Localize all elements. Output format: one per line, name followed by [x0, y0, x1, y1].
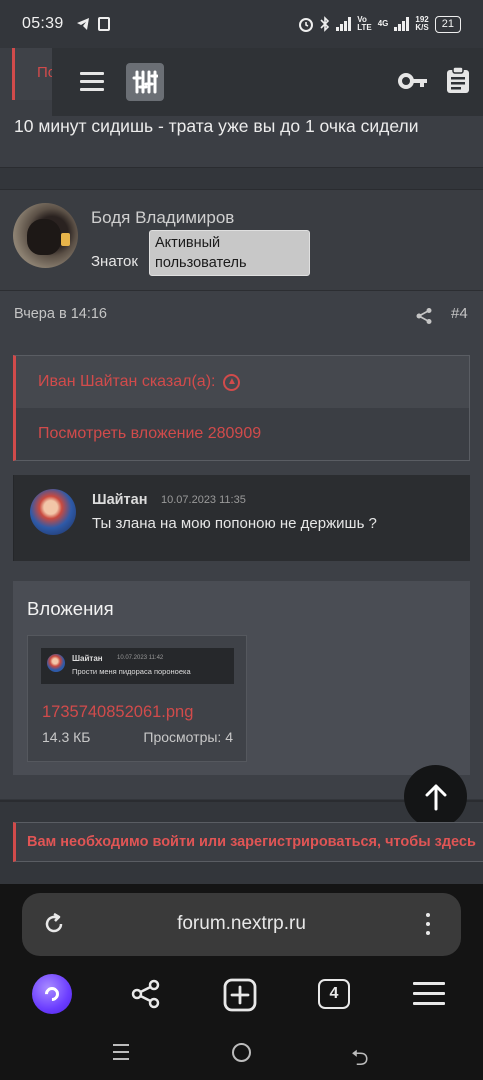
attachment-size: 14.3 КБ — [42, 729, 91, 745]
alarm-icon — [299, 18, 314, 32]
post: Бодя Владимиров Знаток Активный пользова… — [0, 189, 483, 799]
attachment-views: Просмотры: 4 — [143, 729, 233, 745]
view-attachment-link[interactable]: Посмотреть вложение 280909 — [16, 408, 469, 443]
login-notice[interactable]: Вам необходимо войти или зарегистрироват… — [13, 822, 483, 862]
menu-icon[interactable] — [80, 72, 104, 92]
attachment-card[interactable]: Шайтан 10.07.2023 11:42 Прости меня пидо… — [27, 635, 247, 762]
avatar[interactable] — [13, 203, 78, 268]
user-badge: Активный пользователь — [149, 230, 310, 276]
network-type: 4G — [377, 19, 389, 28]
share-icon[interactable] — [130, 978, 162, 1010]
system-navigation: ⮌ — [0, 1030, 483, 1080]
volte-indicator: Vo LTE — [357, 16, 372, 32]
quote-header[interactable]: Иван Шайтан сказал(а): ▲ — [16, 356, 469, 408]
previous-post-text: 10 минут сидишь - трата уже вы до 1 очка… — [14, 116, 419, 136]
forum-page: По 10 минут сидишь - трата уже — [0, 48, 483, 884]
scroll-to-top-button[interactable] — [404, 765, 467, 828]
battery-level: 21 — [441, 18, 454, 30]
embed-author: Шайтан — [92, 492, 148, 508]
new-tab-icon[interactable] — [223, 978, 257, 1012]
share-icon[interactable] — [415, 307, 433, 325]
status-time: 05:39 — [22, 15, 64, 32]
post-date[interactable]: Вчера в 14:16 — [14, 306, 107, 322]
tabs-icon[interactable]: 4 — [318, 979, 350, 1009]
attachment-thumbnail[interactable]: Шайтан 10.07.2023 11:42 Прости меня пидо… — [41, 648, 234, 684]
thumbnail-date: 10.07.2023 11:42 — [117, 655, 164, 661]
kebab-menu-icon[interactable] — [426, 913, 432, 940]
user-block: Бодя Владимиров Знаток Активный пользова… — [0, 190, 483, 291]
arrow-up-icon — [425, 784, 446, 810]
telegram-icon — [76, 18, 89, 30]
url-text[interactable]: forum.nextrp.ru — [22, 913, 461, 935]
address-bar[interactable]: forum.nextrp.ru — [22, 893, 461, 956]
forum-header — [52, 48, 483, 116]
arrow-up-circle-icon[interactable]: ▲ — [223, 373, 241, 391]
thumbnail-author: Шайтан — [72, 654, 103, 663]
embed-avatar — [30, 489, 76, 535]
embedded-message: Шайтан 10.07.2023 11:35 Ты злана на мою … — [13, 475, 470, 561]
sim-icon — [97, 17, 110, 31]
thumbnail-text: Прости меня пидораса пороноека — [72, 667, 191, 676]
back-icon[interactable]: ⮌ — [351, 1041, 369, 1079]
embed-text: Ты злана на мою попоною не держишь ? — [92, 515, 377, 532]
signal-icon — [336, 17, 352, 31]
previous-quote-fragment[interactable]: По — [12, 48, 52, 100]
home-icon[interactable] — [232, 1043, 251, 1062]
volte-bottom: LTE — [357, 23, 372, 32]
signal-icon-2 — [394, 17, 410, 31]
attachments-section: Вложения Шайтан 10.07.2023 11:42 Прости … — [13, 581, 470, 775]
clipboard-icon[interactable] — [446, 66, 470, 94]
net-rate: 192 K/S — [415, 16, 428, 32]
status-bar: 05:39 Vo LTE 4G 192 K/S 21 — [0, 0, 483, 48]
attachment-filename[interactable]: 1735740852061.png — [42, 703, 193, 722]
net-rate-unit: K/S — [415, 23, 429, 32]
battery-icon: 21 — [434, 15, 461, 33]
logo-icon[interactable] — [126, 63, 164, 101]
username[interactable]: Бодя Владимиров — [91, 208, 234, 228]
quote-author[interactable]: Иван Шайтан сказал(а): — [38, 373, 215, 391]
embed-date: 10.07.2023 11:35 — [161, 494, 246, 506]
post-number[interactable]: #4 — [451, 305, 468, 322]
recent-apps-icon[interactable] — [113, 1044, 129, 1065]
thumbnail-avatar — [47, 654, 65, 672]
user-title: Знаток — [91, 253, 138, 270]
quote-box: Иван Шайтан сказал(а): ▲ Посмотреть влож… — [13, 355, 470, 461]
attachments-title: Вложения — [27, 598, 114, 619]
bluetooth-icon — [320, 16, 330, 32]
menu-icon[interactable] — [413, 982, 445, 1012]
key-icon[interactable] — [398, 70, 428, 92]
browser-toolbar: forum.nextrp.ru 4 — [0, 884, 483, 1030]
alice-icon[interactable] — [32, 974, 72, 1014]
